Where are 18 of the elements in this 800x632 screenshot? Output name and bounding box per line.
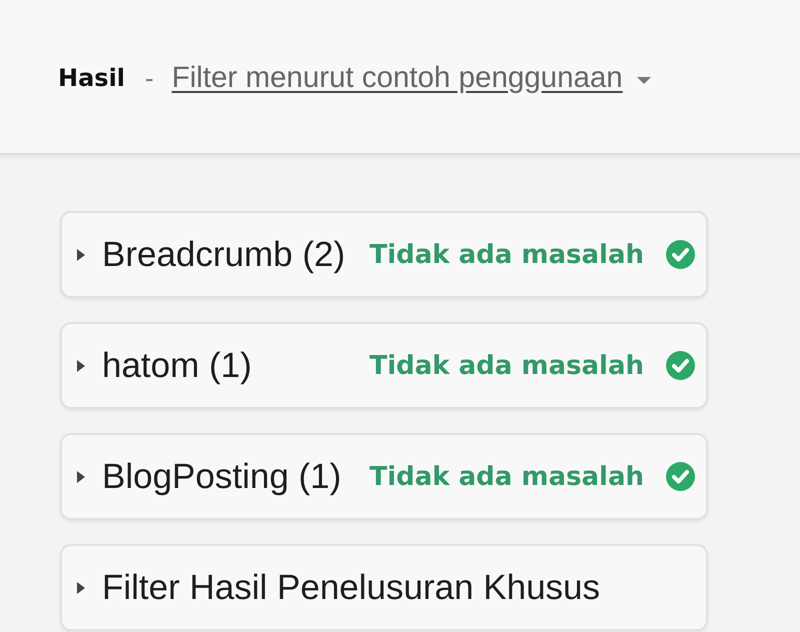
section-toggle[interactable]: Filter Hasil Penelusuran Khusus	[77, 568, 600, 608]
triangle-right-icon[interactable]	[77, 470, 85, 482]
triangle-right-icon[interactable]	[77, 360, 85, 372]
caret-down-icon[interactable]	[636, 76, 651, 84]
status-text: Tidak ada masalah	[369, 240, 644, 270]
status-text: Tidak ada masalah	[369, 350, 644, 380]
status-text: Tidak ada masalah	[369, 462, 644, 492]
check-circle-icon	[666, 462, 695, 491]
triangle-right-icon[interactable]	[77, 582, 85, 594]
results-heading: Hasil	[58, 64, 126, 92]
section-toggle[interactable]: Breadcrumb (2)	[77, 234, 346, 274]
section-toggle[interactable]: hatom (1)	[77, 346, 252, 386]
section-toggle[interactable]: BlogPosting (1)	[77, 456, 342, 496]
check-circle-icon	[666, 351, 695, 380]
filter-link[interactable]: Filter menurut contoh penggunaan	[172, 61, 623, 95]
check-circle-icon	[666, 240, 695, 269]
separator-dash: -	[145, 62, 154, 94]
triangle-right-icon[interactable]	[77, 248, 85, 260]
